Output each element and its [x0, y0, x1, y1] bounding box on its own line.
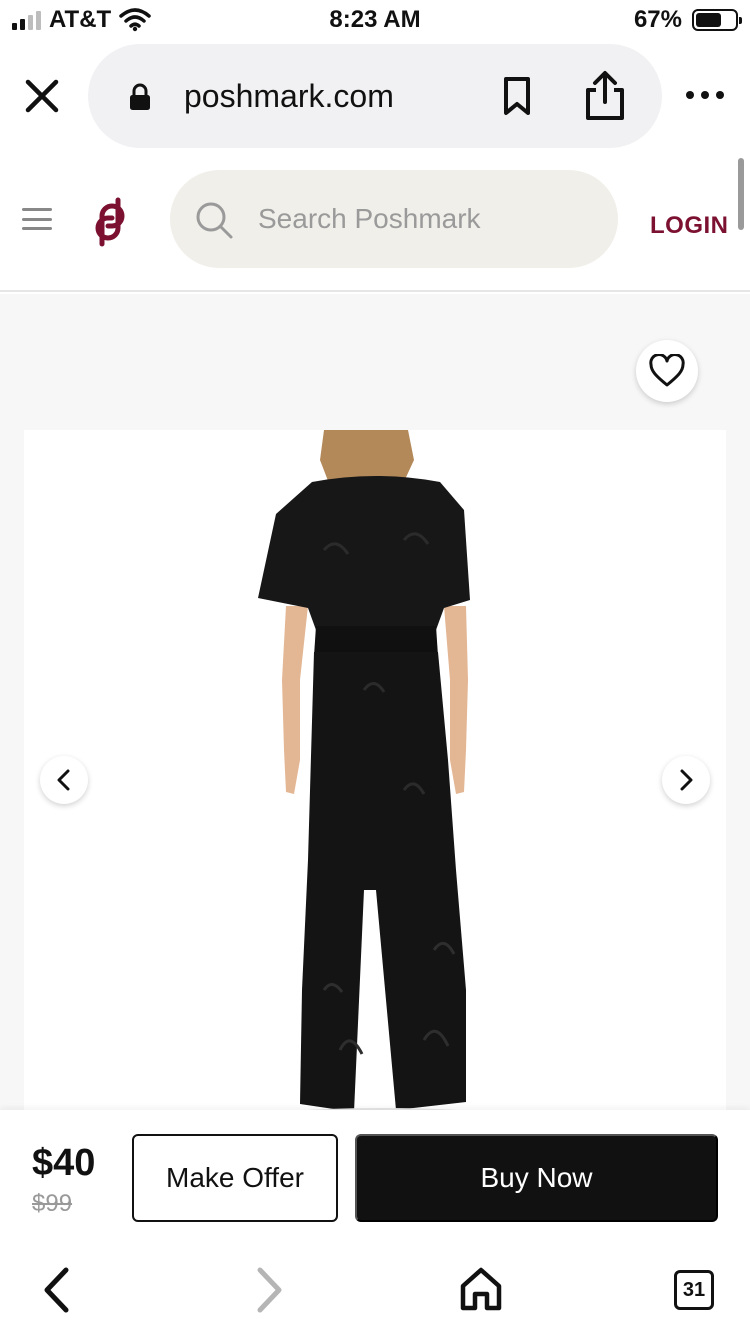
- url-text: poshmark.com: [184, 78, 394, 114]
- product-gallery: [0, 294, 750, 1120]
- search-input[interactable]: [258, 170, 598, 268]
- like-button[interactable]: [636, 340, 698, 402]
- menu-icon[interactable]: [22, 208, 52, 230]
- original-price: $99: [32, 1190, 73, 1217]
- home-icon[interactable]: [458, 1266, 504, 1312]
- poshmark-logo[interactable]: [86, 196, 134, 248]
- make-offer-button[interactable]: Make Offer: [132, 1134, 338, 1222]
- carousel-next-button[interactable]: [662, 756, 710, 804]
- close-icon[interactable]: [22, 76, 62, 116]
- site-header: LOGIN: [0, 150, 750, 292]
- battery-icon: [692, 9, 742, 31]
- jumpsuit-illustration: [258, 430, 482, 1120]
- address-bar[interactable]: poshmark.com: [88, 44, 662, 148]
- buy-bar: $40 $99 Make Offer Buy Now: [0, 1110, 750, 1244]
- price: $40: [32, 1142, 96, 1184]
- search-box[interactable]: [170, 170, 618, 268]
- status-right: 67%: [633, 6, 742, 34]
- tabs-button[interactable]: 31: [674, 1270, 714, 1310]
- forward-icon[interactable]: [252, 1266, 286, 1314]
- carousel-prev-button[interactable]: [40, 756, 88, 804]
- chevron-left-icon: [57, 769, 70, 791]
- product-image[interactable]: [24, 430, 726, 1120]
- share-icon[interactable]: [582, 70, 628, 122]
- chevron-right-icon: [680, 769, 693, 791]
- browser-toolbar: 31: [0, 1244, 750, 1334]
- more-icon[interactable]: [686, 88, 724, 102]
- battery-fill: [696, 13, 722, 27]
- scrollbar[interactable]: [738, 158, 744, 230]
- heart-icon: [649, 354, 685, 387]
- back-icon[interactable]: [40, 1266, 74, 1314]
- status-bar: AT&T 8:23 AM 67%: [0, 0, 750, 42]
- lock-icon: [130, 83, 150, 110]
- battery-percent: 67%: [633, 6, 682, 33]
- buy-now-button[interactable]: Buy Now: [355, 1134, 718, 1222]
- tabs-count: 31: [682, 1278, 706, 1301]
- browser-bar: poshmark.com: [0, 42, 750, 150]
- bookmark-icon[interactable]: [502, 76, 532, 116]
- search-icon: [196, 202, 233, 239]
- login-link[interactable]: LOGIN: [650, 212, 729, 240]
